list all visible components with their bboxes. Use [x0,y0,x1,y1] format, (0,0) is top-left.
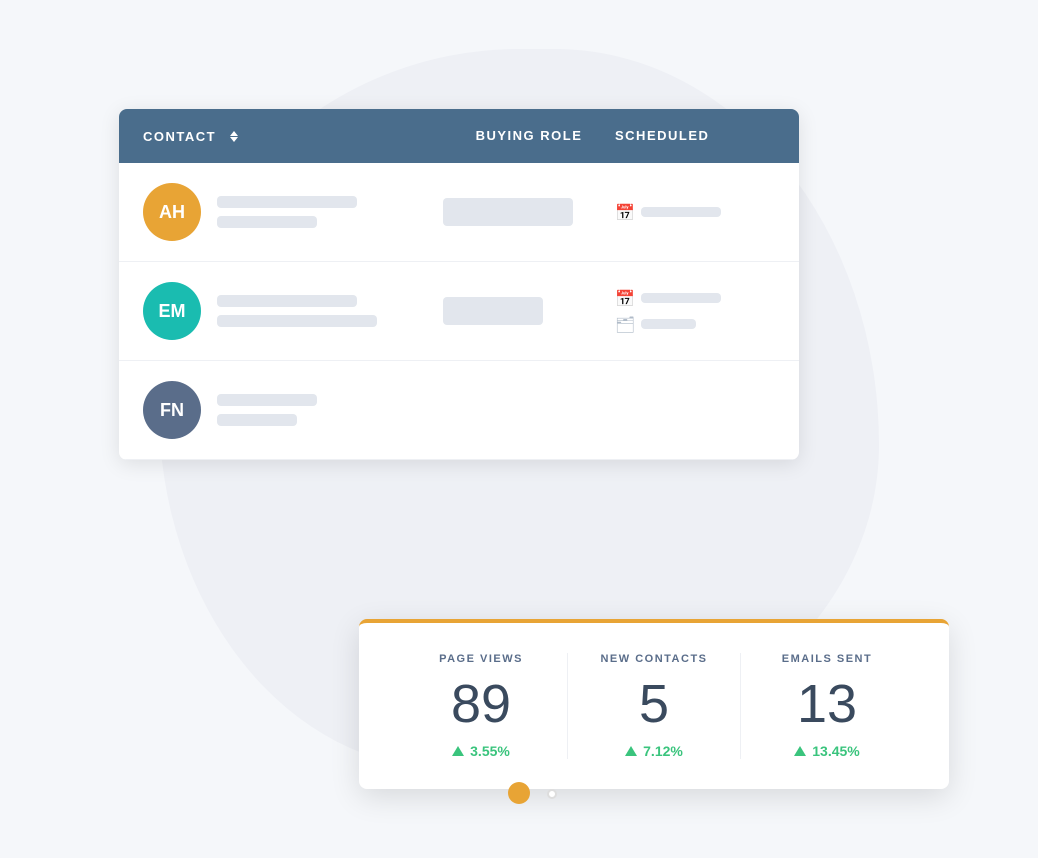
scheduled-header-label: SCHEDULED [615,128,709,143]
avatar-initials: FN [160,400,184,421]
emails-sent-label: EMAILS SENT [782,653,872,665]
new-contacts-percent: 7.12% [643,743,683,759]
scheduled-item: 📅 [615,203,775,221]
schedule-bar-sm [641,319,696,329]
scheduled-item-2: 🗂 [615,315,775,333]
avatar: FN [143,381,201,439]
detail-bar [217,216,317,228]
calendar-icon: 📅 [615,289,633,307]
contact-col: FN [143,381,443,439]
stat-emails-sent: EMAILS SENT 13 13.45% [740,653,913,759]
schedule-bar [641,207,721,217]
sort-arrows-icon[interactable] [230,131,238,142]
name-bar [217,394,317,406]
table-row[interactable]: FN [119,361,799,460]
dot-orange-indicator [508,782,530,804]
emails-sent-percent: 13.45% [812,743,859,759]
contact-header-label: CONTACT [143,129,216,144]
contact-info-bars [217,394,317,426]
sort-up-arrow [230,131,238,136]
table-row[interactable]: AH 📅 [119,163,799,262]
avatar-initials: AH [159,202,185,223]
stat-new-contacts: NEW CONTACTS 5 7.12% [567,653,740,759]
schedule-bar [641,293,721,303]
up-arrow-icon [794,746,806,756]
contact-table-card: CONTACT BUYING ROLE SCHEDULED AH [119,109,799,460]
avatar: AH [143,183,201,241]
up-arrow-icon [625,746,637,756]
contact-col: AH [143,183,443,241]
buying-role-bar [443,198,573,226]
scheduled-item-1: 📅 [615,289,775,307]
page-views-change: 3.55% [452,743,510,759]
scheduled-col: 📅 🗂 [615,289,775,333]
detail-bar [217,315,377,327]
col-scheduled-header: SCHEDULED [615,127,775,145]
stats-card: PAGE VIEWS 89 3.55% NEW CONTACTS 5 7.12%… [359,619,949,789]
buying-role-header-label: BUYING ROLE [476,128,583,143]
contact-info-bars [217,295,377,327]
up-arrow-icon [452,746,464,756]
page-views-value: 89 [451,677,511,731]
contact-col: EM [143,282,443,340]
table-header: CONTACT BUYING ROLE SCHEDULED [119,109,799,163]
stat-page-views: PAGE VIEWS 89 3.55% [395,653,567,759]
task-icon: 🗂 [615,315,633,333]
detail-bar [217,414,297,426]
calendar-icon: 📅 [615,203,633,221]
name-bar [217,295,357,307]
col-buying-header: BUYING ROLE [443,127,615,145]
page-views-percent: 3.55% [470,743,510,759]
col-contact-header[interactable]: CONTACT [143,129,443,144]
name-bar [217,196,357,208]
new-contacts-value: 5 [639,677,669,731]
emails-sent-change: 13.45% [794,743,859,759]
page-views-label: PAGE VIEWS [439,653,523,665]
emails-sent-value: 13 [797,677,857,731]
table-row[interactable]: EM 📅 🗂 [119,262,799,361]
dot-white-indicator [547,789,557,799]
new-contacts-label: NEW CONTACTS [600,653,707,665]
sort-down-arrow [230,137,238,142]
buying-col [443,198,615,226]
scheduled-col: 📅 [615,203,775,221]
new-contacts-change: 7.12% [625,743,683,759]
contact-info-bars [217,196,357,228]
avatar: EM [143,282,201,340]
scene: CONTACT BUYING ROLE SCHEDULED AH [89,49,949,809]
buying-col [443,297,615,325]
avatar-initials: EM [159,301,186,322]
buying-role-bar [443,297,543,325]
